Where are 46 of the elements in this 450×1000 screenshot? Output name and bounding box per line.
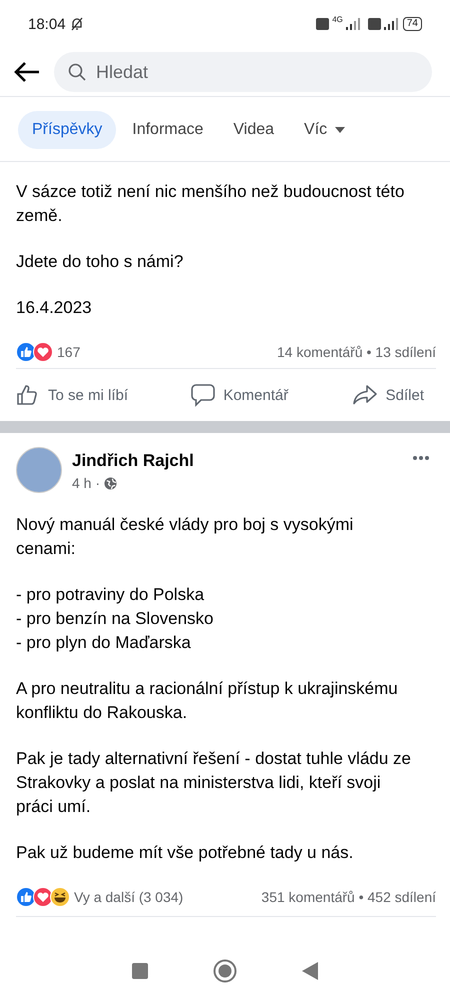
more-options-icon[interactable]: [412, 455, 430, 461]
post-text: V sázce totiž není nic menšího než budoucnost této země.: [16, 181, 406, 227]
volte-icon: [368, 18, 381, 30]
like-button[interactable]: To se mi líbí: [16, 384, 128, 406]
heart-reaction-icon: [33, 342, 53, 362]
tab[interactable]: Příspěvky: [18, 111, 116, 149]
reaction-count[interactable]: Vy a další (3 034): [74, 889, 184, 905]
share-arrow-icon: [352, 384, 378, 406]
search-icon: [68, 63, 86, 81]
list-item: - pro benzín na Slovensko: [16, 608, 215, 630]
post-text: Pak je tady alternativní řešení - dostat tuhle vládu ze Strakovky a poslat na ministerstva lidi, kteří svoji práci umí.: [16, 748, 412, 818]
home-nav-icon[interactable]: [212, 959, 237, 983]
author-name[interactable]: Jindřich Rajchl: [72, 451, 194, 471]
list-item: - pro plyn do Maďarska: [16, 632, 192, 654]
laughing-emoji-icon: [50, 887, 70, 907]
signal-icon: [384, 18, 400, 30]
tab[interactable]: Víc: [290, 111, 360, 149]
tab[interactable]: Informace: [118, 111, 218, 149]
back-arrow-icon[interactable]: [14, 61, 40, 83]
list-item: - pro potraviny do Polska: [16, 584, 206, 606]
speech-bubble-icon: [191, 384, 216, 406]
post-text: Jdete do toho s námi?: [16, 251, 184, 273]
post-time[interactable]: 4 h ·: [72, 475, 100, 491]
globe-icon: [104, 476, 118, 490]
back-nav-icon[interactable]: [302, 962, 318, 980]
comment-button[interactable]: Komentář: [191, 384, 288, 406]
tab[interactable]: Videa: [219, 111, 288, 149]
network-type: 4G: [332, 14, 343, 24]
avatar-photo-placeholder[interactable]: [16, 447, 62, 493]
share-button[interactable]: Sdílet: [352, 384, 424, 406]
clock-time: 18:04: [28, 16, 66, 32]
post-text: Nový manuál české vlády pro boj s vysokými cenami:: [16, 514, 354, 560]
signal-icon: [346, 18, 362, 30]
post-text: 16.4.2023: [16, 297, 93, 319]
square-nav-icon[interactable]: [132, 963, 148, 979]
comment-share-count[interactable]: 351 komentářů • 452 sdílení: [261, 889, 436, 905]
battery-level: 74: [402, 17, 422, 31]
bell-off-icon: [68, 16, 85, 32]
search-field[interactable]: Hledat: [54, 52, 432, 92]
comment-share-count[interactable]: 14 komentářů • 13 sdílení: [277, 344, 436, 360]
caret-icon: [335, 127, 346, 133]
post-text: Pak už budeme mít vše potřebné tady u nás.: [16, 842, 354, 864]
volte-icon: [316, 18, 330, 30]
reaction-count[interactable]: 167: [57, 344, 80, 360]
thumbs-up-icon: [16, 384, 40, 406]
post-text: A pro neutralitu a racionální přístup k ukrajinskému konfliktu do Rakouska.: [16, 678, 399, 724]
